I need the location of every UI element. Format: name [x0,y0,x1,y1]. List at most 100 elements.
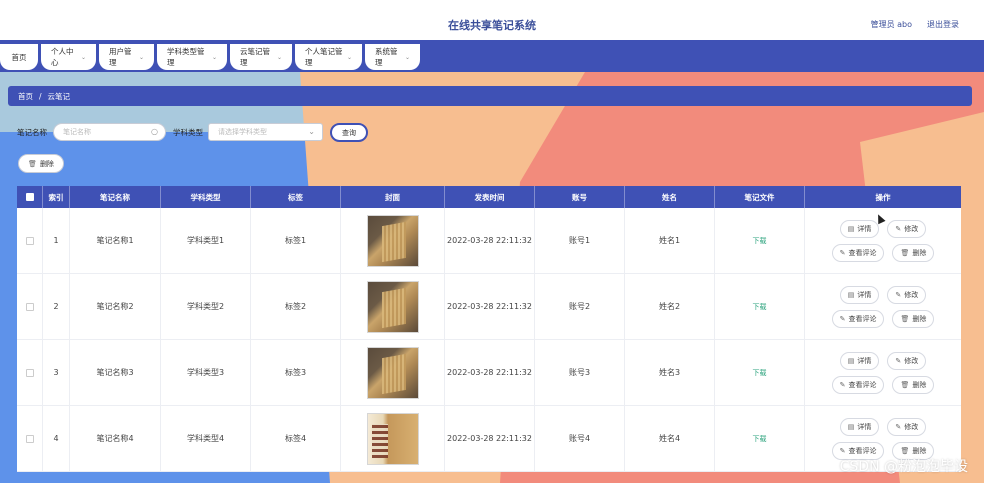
logout-link[interactable]: 退出登录 [927,19,959,30]
chevron-down-icon: ⌄ [80,53,86,61]
detail-label: 详情 [857,290,872,299]
edit-button[interactable]: ✎ 修改 [887,417,927,436]
cell-cover [341,406,445,471]
view-comments-button[interactable]: ✎ 查看评论 [831,243,885,262]
row-select-cell [17,208,43,273]
edit-label: 修改 [904,422,919,431]
tab-home[interactable]: 首页 [0,44,38,70]
edit-button[interactable]: ✎ 修改 [887,351,927,370]
comments-label: 查看评论 [848,248,877,257]
cell-index: 3 [43,340,70,405]
select-all-checkbox[interactable] [25,193,34,201]
breadcrumb-home[interactable]: 首页 [18,91,33,102]
col-subject-type: 学科类型 [161,186,251,208]
tab-personal-note-management[interactable]: 个人笔记管理 ⌄ [295,44,362,70]
tab-label: 首页 [11,52,27,62]
cell-subject-type: 学科类型3 [161,340,251,405]
tab-personal-center[interactable]: 个人中心 ⌄ [41,44,96,70]
cell-note-file: 下载 [715,406,805,471]
tab-label: 学科类型管理 [167,47,205,67]
cell-index: 1 [43,208,70,273]
cell-note-name: 笔记名称3 [70,340,161,405]
query-button[interactable]: 查询 [330,123,368,142]
download-link[interactable]: 下载 [753,368,767,378]
breadcrumb-separator: / [39,91,42,101]
cell-cover [341,208,445,273]
row-checkbox[interactable] [25,434,34,443]
detail-button[interactable]: ▤ 详情 [839,351,880,370]
table-row: 3 笔记名称3 学科类型3 标签3 2022-03-28 22:11:32 账号… [17,340,961,406]
edit-button[interactable]: ✎ 修改 [887,285,927,304]
download-link[interactable]: 下载 [753,236,767,246]
cell-publish-time: 2022-03-28 22:11:32 [445,208,535,273]
edit-button[interactable]: ✎ 修改 [887,219,927,238]
user-name[interactable]: 管理员 abo [871,19,912,30]
book-cover-image [366,214,419,267]
chevron-down-icon: ⌄ [404,53,410,61]
download-link[interactable]: 下载 [753,302,767,312]
book-cover-image [366,412,419,465]
col-note-file: 笔记文件 [715,186,805,208]
trash-icon: 🗑 [900,380,910,389]
app-title: 在线共享笔记系统 [448,19,536,32]
tab-label: 个人笔记管理 [305,47,343,67]
pencil-icon: ✎ [839,380,846,389]
view-comments-button[interactable]: ✎ 查看评论 [831,309,885,328]
subject-type-label: 学科类型 [173,128,203,137]
batch-delete-button[interactable]: 🗑 删除 [18,154,64,173]
pencil-icon: ✎ [895,224,902,233]
table-header: 索引 笔记名称 学科类型 标签 封面 发表时间 账号 姓名 笔记文件 操作 [17,186,961,208]
pencil-icon: ✎ [895,290,902,299]
subject-type-select[interactable]: 请选择学科类型 ⌄ [208,123,323,141]
cell-tag: 标签2 [251,274,341,339]
download-link[interactable]: 下载 [753,434,767,444]
cell-actions: ▤ 详情 ✎ 修改 ✎ 查看评论 🗑 删除 [805,340,961,405]
col-realname: 姓名 [625,186,715,208]
cell-tag: 标签4 [251,406,341,471]
view-comments-button[interactable]: ✎ 查看评论 [831,375,885,394]
nav-tabs: 首页 个人中心 ⌄ 用户管理 ⌄ 学科类型管理 ⌄ 云笔记管理 ⌄ 个人笔记管理 ⌄ 系统… [0,44,423,70]
trash-icon: 🗑 [900,314,910,323]
cell-publish-time: 2022-03-28 22:11:32 [445,406,535,471]
delete-label: 删除 [912,314,927,323]
trash-icon: 🗑 [900,248,910,257]
table-row: 1 笔记名称1 学科类型1 标签1 2022-03-28 22:11:32 账号… [17,208,961,274]
cell-realname: 姓名2 [625,274,715,339]
edit-label: 修改 [904,224,919,233]
tab-system-management[interactable]: 系统管理 ⌄ [365,44,420,70]
note-name-input[interactable]: 笔记名称 ○ [53,123,166,141]
row-checkbox[interactable] [25,302,34,311]
detail-button[interactable]: ▤ 详情 [839,417,880,436]
pencil-icon: ✎ [839,314,846,323]
subject-type-placeholder: 请选择学科类型 [218,128,267,136]
tab-cloud-note-management[interactable]: 云笔记管理 ⌄ [230,44,292,70]
notes-table: 索引 笔记名称 学科类型 标签 封面 发表时间 账号 姓名 笔记文件 操作 1 … [17,186,961,472]
detail-button[interactable]: ▤ 详情 [839,219,880,238]
top-header: 在线共享笔记系统 管理员 abo 退出登录 [0,0,984,42]
cell-account: 账号4 [535,406,625,471]
row-checkbox[interactable] [25,236,34,245]
cell-note-name: 笔记名称4 [70,406,161,471]
row-checkbox[interactable] [25,368,34,377]
cell-subject-type: 学科类型2 [161,274,251,339]
select-all-cell [17,186,43,208]
row-select-cell [17,274,43,339]
pencil-icon: ✎ [895,356,902,365]
delete-label: 删除 [912,380,927,389]
cell-note-file: 下载 [715,340,805,405]
delete-button[interactable]: 🗑 删除 [892,243,935,262]
edit-label: 修改 [904,290,919,299]
tab-subject-type-management[interactable]: 学科类型管理 ⌄ [157,44,227,70]
delete-button[interactable]: 🗑 删除 [892,309,935,328]
col-publish-time: 发表时间 [445,186,535,208]
detail-button[interactable]: ▤ 详情 [839,285,880,304]
table-row: 2 笔记名称2 学科类型2 标签2 2022-03-28 22:11:32 账号… [17,274,961,340]
col-account: 账号 [535,186,625,208]
tab-user-management[interactable]: 用户管理 ⌄ [99,44,154,70]
delete-button[interactable]: 🗑 删除 [892,375,935,394]
note-name-label: 笔记名称 [17,128,47,137]
detail-label: 详情 [857,356,872,365]
cell-index: 4 [43,406,70,471]
col-actions: 操作 [875,192,891,202]
cell-subject-type: 学科类型1 [161,208,251,273]
